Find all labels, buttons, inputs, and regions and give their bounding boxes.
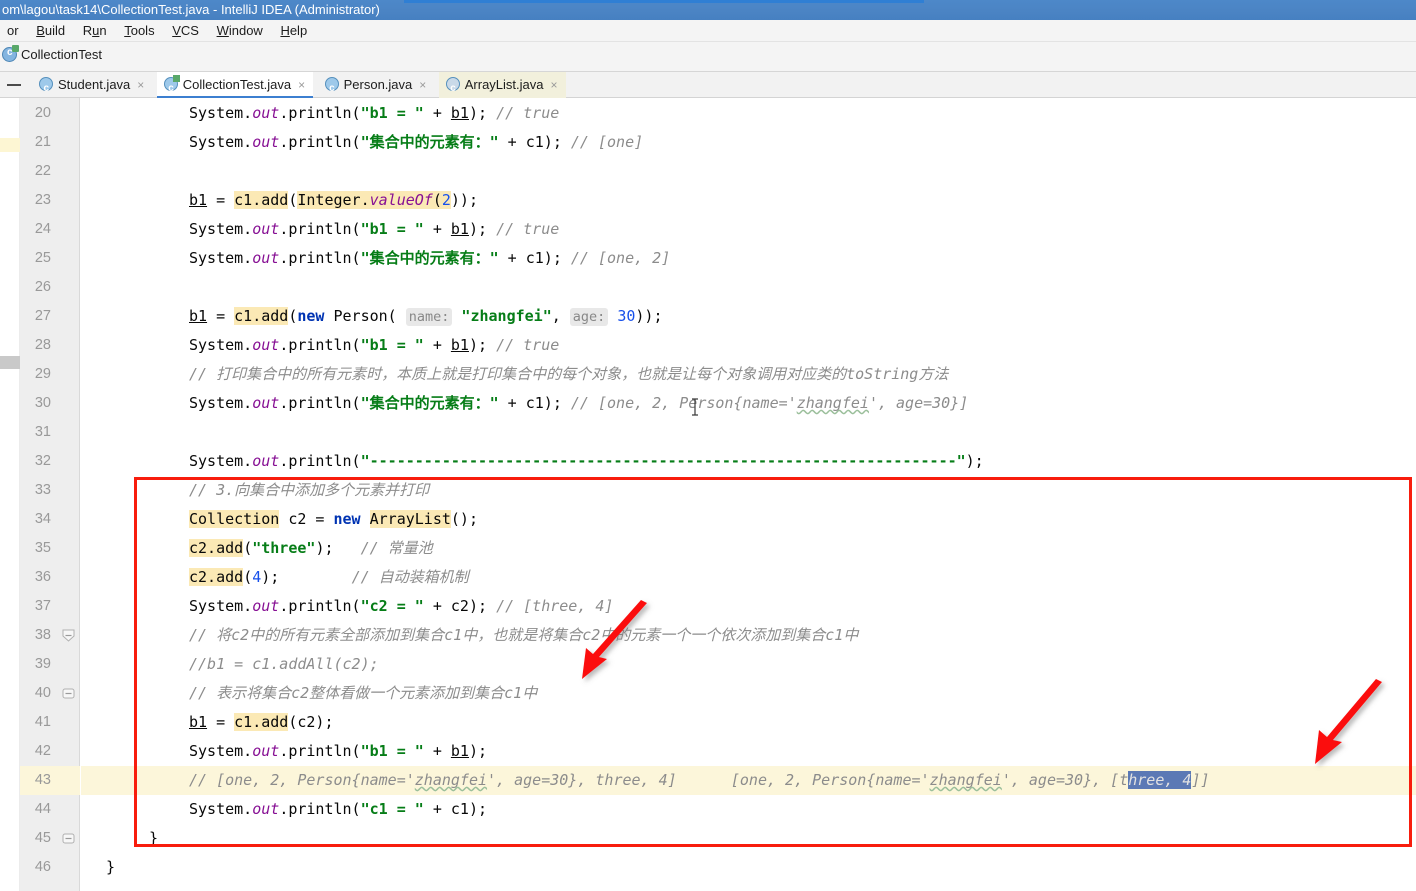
line-number[interactable]: 35 — [35, 534, 51, 563]
code-line-39[interactable]: //b1 = c1.addAll(c2); — [81, 650, 379, 679]
code-line-21[interactable]: System.out.println("集合中的元素有：" + c1); // … — [81, 128, 643, 157]
line-number[interactable]: 37 — [35, 592, 51, 621]
code-line-41[interactable]: b1 = c1.add(c2); — [81, 708, 334, 737]
code-line-23[interactable]: b1 = c1.add(Integer.valueOf(2)); — [81, 186, 478, 215]
line-number[interactable]: 21 — [35, 128, 51, 157]
hide-tabs-icon[interactable] — [6, 78, 23, 91]
line-number[interactable]: 24 — [35, 215, 51, 244]
line-number[interactable]: 23 — [35, 186, 51, 215]
close-icon[interactable]: × — [298, 78, 305, 92]
line-number[interactable]: 20 — [35, 99, 51, 128]
line-number[interactable]: 25 — [35, 244, 51, 273]
tab-label: ArrayList.java — [464, 77, 544, 92]
line-number[interactable]: 36 — [35, 563, 51, 592]
tab-arraylist-java[interactable]: ArrayList.java × — [438, 72, 566, 101]
breadcrumb-label: CollectionTest — [21, 47, 102, 62]
code-line-30[interactable]: System.out.println("集合中的元素有：" + c1); // … — [81, 389, 968, 418]
window-title-bar: om\lagou\task14\CollectionTest.java - In… — [0, 0, 1416, 20]
warning-mark[interactable] — [0, 138, 20, 152]
menu-item-run[interactable]: Run — [76, 20, 114, 42]
code-line-24[interactable]: System.out.println("b1 = " + b1); // tru… — [81, 215, 559, 244]
editor-gutter[interactable]: 20 21 22 23 24 25 26 27 28 29 30 31 32 33 34 35 36 37 38 39… — [20, 98, 80, 891]
menu-item-vcs[interactable]: VCS — [165, 20, 206, 42]
code-line-45[interactable]: } — [81, 824, 158, 853]
code-editor-area[interactable]: System.out.println("b1 = " + b1); // tru… — [81, 98, 1416, 891]
menu-item-build[interactable]: BBuilduild — [29, 20, 72, 42]
line-number[interactable]: 38 — [35, 621, 51, 650]
close-icon[interactable]: × — [137, 78, 144, 92]
error-stripe-marks-strip[interactable] — [0, 98, 20, 891]
code-line-42[interactable]: System.out.println("b1 = " + b1); — [81, 737, 487, 766]
code-line-40[interactable]: // 表示将集合c2整体看做一个元素添加到集合c1中 — [81, 679, 537, 708]
line-number[interactable]: 46 — [35, 853, 51, 882]
code-line-25[interactable]: System.out.println("集合中的元素有：" + c1); // … — [81, 244, 670, 273]
line-number[interactable]: 42 — [35, 737, 51, 766]
line-number[interactable]: 34 — [35, 505, 51, 534]
line-number[interactable]: 29 — [35, 360, 51, 389]
code-line-38[interactable]: // 将c2中的所有元素全部添加到集合c1中，也就是将集合c2中的元素一个一个依… — [81, 621, 858, 650]
scrollbar-thumb[interactable] — [0, 356, 20, 369]
code-line-46[interactable]: } — [81, 853, 115, 882]
close-icon[interactable]: × — [550, 78, 557, 92]
code-fold-marker-icon[interactable] — [62, 629, 75, 642]
runnable-marker-icon — [172, 75, 180, 82]
menu-item-help[interactable]: Help — [273, 20, 314, 42]
java-class-icon — [2, 45, 19, 62]
window-title: om\lagou\task14\CollectionTest.java - In… — [2, 2, 380, 17]
line-number[interactable]: 27 — [35, 302, 51, 331]
close-icon[interactable]: × — [419, 78, 426, 92]
code-line-36[interactable]: c2.add(4); // 自动装箱机制 — [81, 563, 469, 592]
runnable-marker-icon — [12, 45, 19, 52]
code-line-33[interactable]: // 3.向集合中添加多个元素并打印 — [81, 476, 429, 505]
menu-item-tools[interactable]: Tools — [117, 20, 161, 42]
java-library-file-icon — [445, 76, 460, 101]
tab-label: Person.java — [343, 77, 413, 92]
line-number[interactable]: 32 — [35, 447, 51, 476]
menu-item-window[interactable]: Window — [210, 20, 270, 42]
tab-collectiontest-java[interactable]: CollectionTest.java × — [156, 72, 314, 101]
parameter-hint-age: age: — [569, 308, 609, 326]
tab-student-java[interactable]: Student.java × — [32, 72, 152, 101]
java-file-icon — [39, 76, 53, 101]
intellij-idea-window: om\lagou\task14\CollectionTest.java - In… — [0, 0, 1416, 891]
menu-item-editor[interactable]: or — [0, 20, 26, 42]
line-number[interactable]: 40 — [35, 679, 51, 708]
java-runnable-file-icon — [163, 75, 180, 101]
code-line-32[interactable]: System.out.println("--------------------… — [81, 447, 984, 476]
code-fold-marker-icon[interactable] — [62, 687, 75, 700]
code-line-29[interactable]: // 打印集合中的所有元素时，本质上就是打印集合中的每个对象，也就是让每个对象调… — [81, 360, 948, 389]
text-cursor-icon — [691, 398, 699, 416]
tab-person-java[interactable]: Person.java × — [318, 72, 435, 101]
line-number[interactable]: 33 — [35, 476, 51, 505]
navigation-bar: CollectionTest 13433623069 CollectionTes… — [0, 42, 1416, 109]
code-line-35[interactable]: c2.add("three"); // 常量池 — [81, 534, 433, 563]
breadcrumb[interactable]: CollectionTest — [2, 45, 102, 62]
tab-label: CollectionTest.java — [182, 77, 292, 92]
line-number[interactable]: 43 — [35, 766, 51, 795]
tab-label: Student.java — [58, 77, 131, 92]
text-selection[interactable]: hree, 4 — [1128, 771, 1192, 789]
code-line-28[interactable]: System.out.println("b1 = " + b1); // tru… — [81, 331, 559, 360]
line-number[interactable]: 41 — [35, 708, 51, 737]
line-number[interactable]: 39 — [35, 650, 51, 679]
code-line-44[interactable]: System.out.println("c1 = " + c1); — [81, 795, 487, 824]
line-number[interactable]: 45 — [35, 824, 51, 853]
editor-tab-bar: Student.java × CollectionTest.java × Perso… — [0, 72, 1416, 101]
menu-bar: or BBuilduild Run Tools VCS Window Help — [0, 20, 1416, 42]
code-line-43[interactable]: // [one, 2, Person{name='zhangfei', age=… — [81, 766, 1210, 795]
line-number[interactable]: 28 — [35, 331, 51, 360]
java-file-icon — [324, 76, 339, 101]
line-number[interactable]: 30 — [35, 389, 51, 418]
code-line-34[interactable]: Collection c2 = new ArrayList(); — [81, 505, 478, 534]
line-number[interactable]: 31 — [35, 418, 51, 447]
code-line-27[interactable]: b1 = c1.add(new Person( name: "zhangfei"… — [81, 302, 663, 331]
line-number[interactable]: 44 — [35, 795, 51, 824]
title-bar-accent — [404, 0, 924, 3]
line-number[interactable]: 22 — [35, 157, 51, 186]
parameter-hint-name: name: — [405, 308, 453, 326]
code-line-37[interactable]: System.out.println("c2 = " + c2); // [th… — [81, 592, 613, 621]
code-fold-marker-icon[interactable] — [62, 832, 75, 845]
line-number[interactable]: 26 — [35, 273, 51, 302]
code-line-20[interactable]: System.out.println("b1 = " + b1); // tru… — [81, 99, 559, 128]
